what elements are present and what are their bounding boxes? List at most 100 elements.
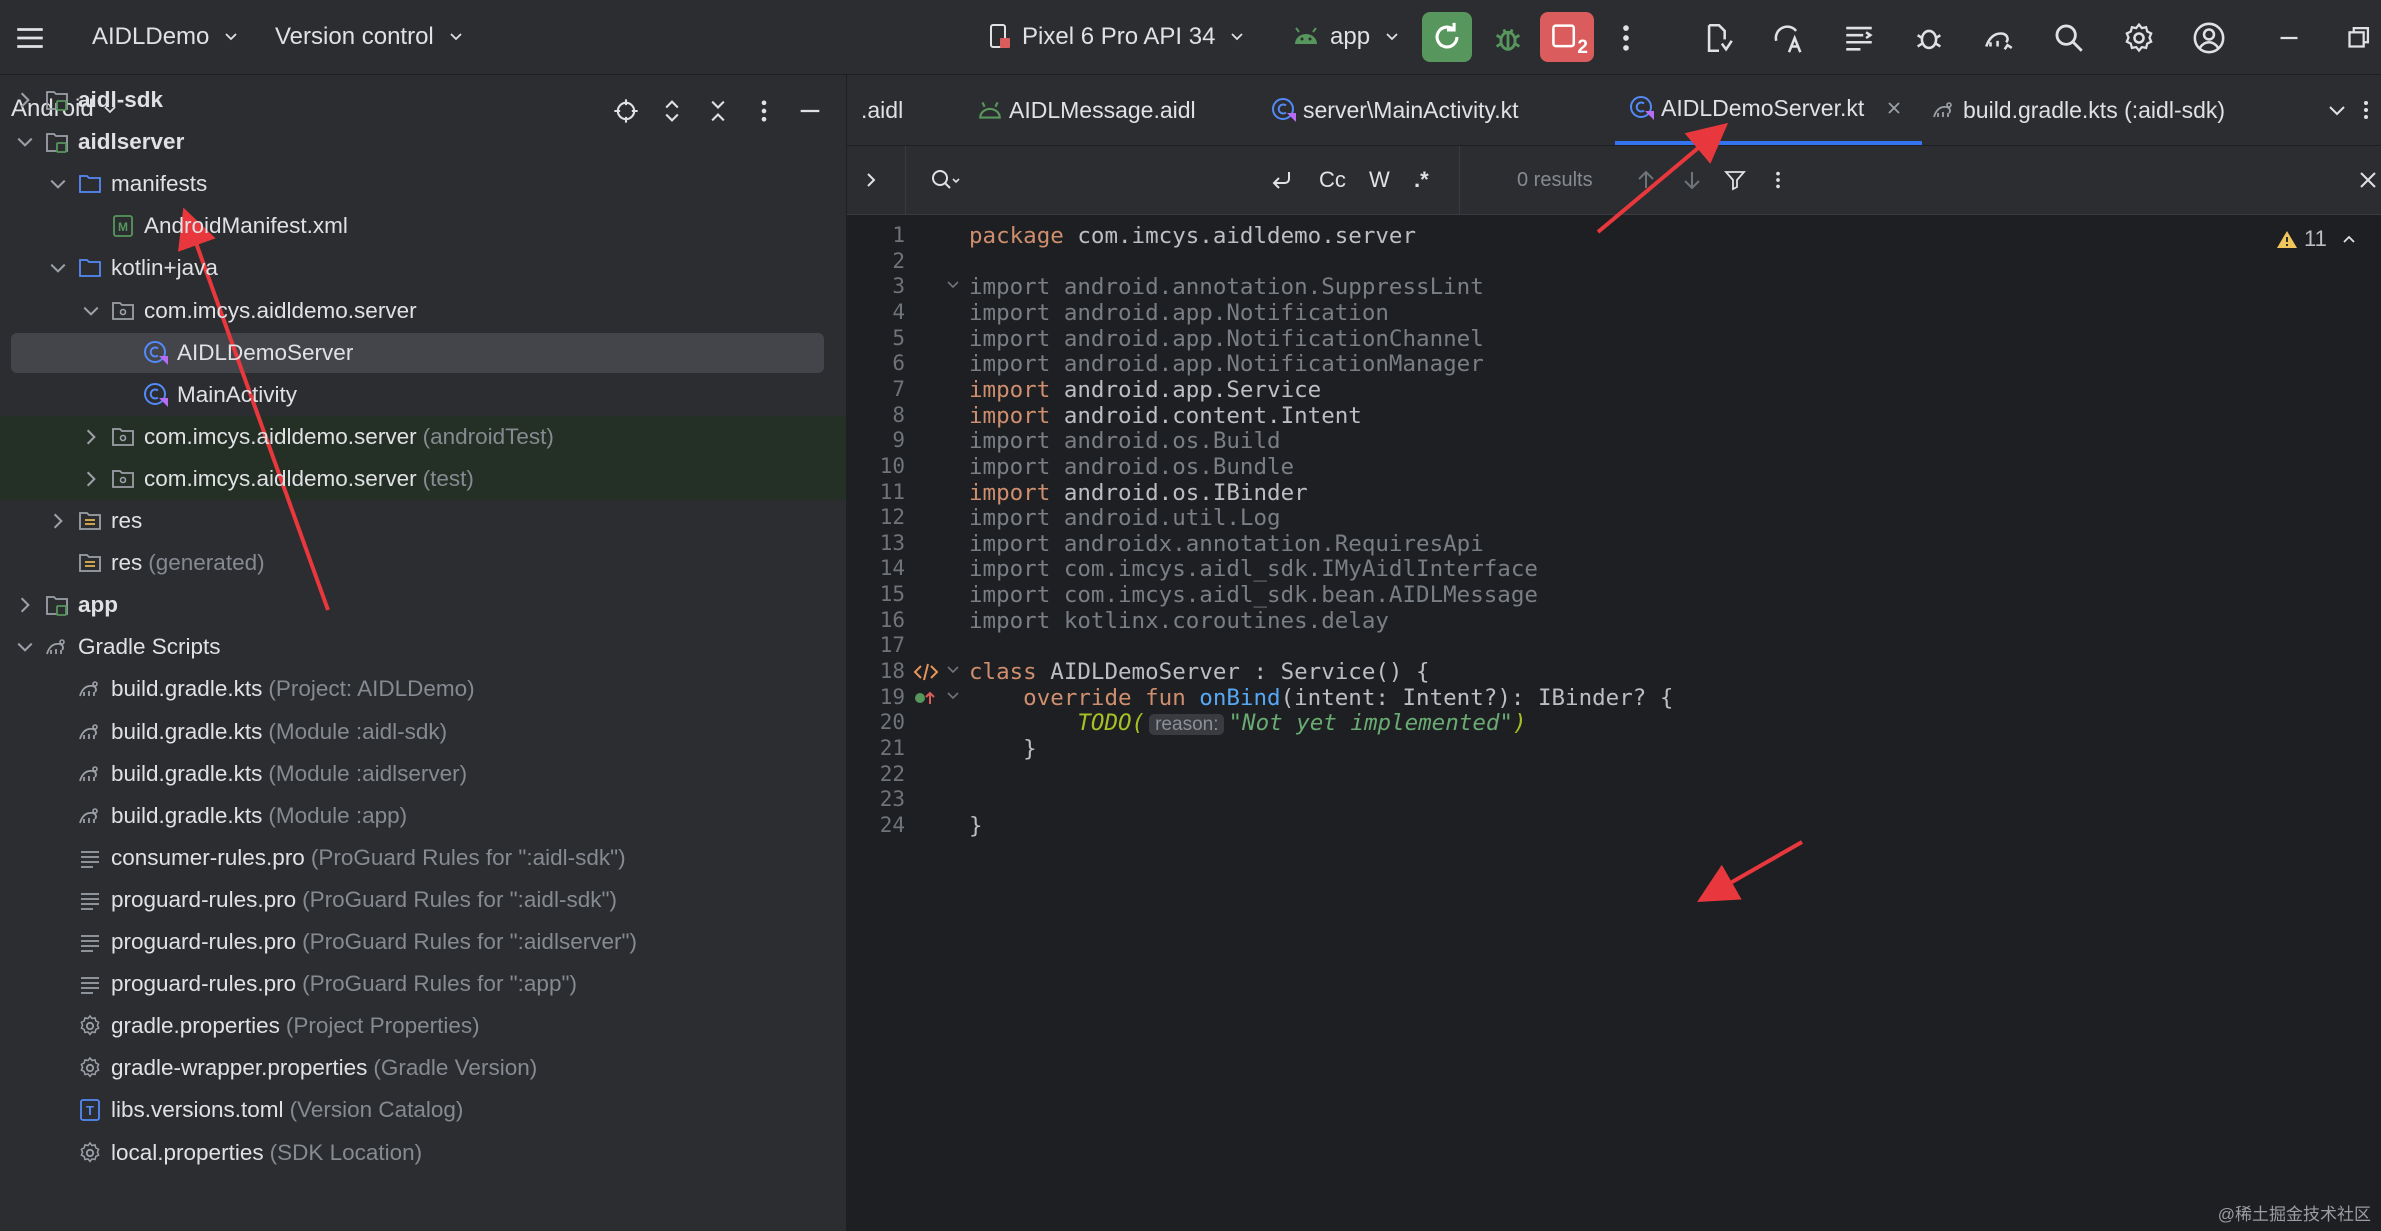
close-find-icon[interactable] — [2357, 146, 2379, 214]
find-input[interactable] — [977, 160, 1311, 202]
newline-toggle-icon[interactable] — [1269, 146, 1295, 214]
previous-occurrence-icon[interactable] — [1635, 146, 1657, 214]
tree-item[interactable]: build.gradle.kts (Module :aidl-sdk) — [0, 711, 846, 753]
search-icon[interactable] — [2045, 14, 2093, 62]
fold-chevron-icon[interactable] — [945, 277, 961, 298]
tree-item[interactable]: gradle-wrapper.properties (Gradle Version… — [0, 1047, 846, 1089]
regex-toggle[interactable]: .* — [1414, 146, 1429, 214]
chevron-down-icon[interactable] — [14, 636, 36, 658]
close-tab-icon[interactable] — [1886, 100, 1902, 116]
tree-item[interactable]: AIDLDemoServer — [0, 332, 846, 374]
more-actions-icon[interactable] — [1602, 14, 1650, 62]
stop-button[interactable]: 2 — [1540, 12, 1594, 62]
chevron-down-icon[interactable] — [14, 131, 36, 153]
tree-item[interactable]: proguard-rules.pro (ProGuard Rules for ":… — [0, 963, 846, 1005]
maximize-window-icon[interactable] — [2338, 14, 2378, 62]
logcat-icon[interactable] — [1835, 14, 1883, 62]
editor-tab[interactable]: .aidl — [861, 75, 903, 145]
rerun-button[interactable] — [1422, 12, 1472, 62]
tree-item[interactable]: res — [0, 500, 846, 542]
bug-icon — [1495, 28, 1521, 51]
tree-item[interactable]: gradle.properties (Project Properties) — [0, 1005, 846, 1047]
editor-tab[interactable]: AIDLMessage.aidl — [977, 75, 1196, 145]
account-avatar-icon[interactable] — [2185, 14, 2233, 62]
fold-chevron-icon[interactable] — [945, 688, 961, 709]
tree-item[interactable]: manifests — [0, 163, 846, 205]
chevron-right-icon[interactable] — [47, 510, 69, 532]
tree-item[interactable]: proguard-rules.pro (ProGuard Rules for ":… — [0, 921, 846, 963]
chevron-right-icon[interactable] — [80, 426, 102, 448]
line-number: 17 — [879, 633, 905, 658]
tree-item[interactable]: com.imcys.aidldemo.server (androidTest) — [0, 415, 846, 458]
run-config-selector[interactable]: app — [1292, 0, 1400, 74]
tree-item-hint: (Module :aidlserver) — [268, 760, 468, 786]
tree-item[interactable]: Gradle Scripts — [0, 626, 846, 668]
tree-item[interactable]: aidl-sdk — [0, 79, 846, 121]
tree-item[interactable]: build.gradle.kts (Project: AIDLDemo) — [0, 668, 846, 710]
toml-icon: T — [77, 1097, 103, 1123]
settings-gear-icon[interactable] — [2115, 14, 2163, 62]
chevron-down-icon[interactable] — [47, 257, 69, 279]
fold-chevron-icon[interactable] — [945, 662, 961, 683]
whole-word-toggle[interactable]: W — [1369, 146, 1390, 214]
sync-project-icon[interactable] — [1695, 14, 1743, 62]
minimize-window-icon[interactable] — [2265, 14, 2313, 62]
editor-tab[interactable]: build.gradle.kts (:aidl-sdk) — [1931, 75, 2225, 145]
tab-options-icon[interactable] — [2351, 86, 2381, 134]
project-selector[interactable]: AIDLDemo — [92, 0, 239, 74]
code-line: TODO(reason: "Not yet implemented") — [969, 704, 1526, 742]
tree-item[interactable]: proguard-rules.pro (ProGuard Rules for ":… — [0, 879, 846, 921]
device-selector[interactable]: Pixel 6 Pro API 34 — [988, 0, 1245, 74]
filter-icon[interactable] — [1723, 146, 1747, 214]
tree-item[interactable]: build.gradle.kts (Module :app) — [0, 795, 846, 837]
tree-item[interactable]: com.imcys.aidldemo.server — [0, 290, 846, 332]
tree-item-label: Gradle Scripts — [78, 634, 221, 660]
tree-item[interactable]: kotlin+java — [0, 247, 846, 289]
tree-item[interactable]: res (generated) — [0, 542, 846, 584]
tree-item[interactable]: build.gradle.kts (Module :aidlserver) — [0, 753, 846, 795]
folder-icon — [77, 171, 103, 197]
editor-tab[interactable]: server\MainActivity.kt — [1271, 75, 1519, 145]
expand-replace-chevron-icon[interactable] — [861, 146, 881, 214]
tree-item[interactable]: Tlibs.versions.toml (Version Catalog) — [0, 1089, 846, 1131]
attach-debugger-icon[interactable] — [1905, 14, 1953, 62]
tree-item[interactable]: M AndroidManifest.xml — [0, 205, 846, 247]
chevron-down-icon[interactable] — [80, 300, 102, 322]
gradle-icon — [77, 761, 103, 787]
tree-item[interactable]: local.properties (SDK Location) — [0, 1132, 846, 1174]
line-number: 5 — [892, 325, 905, 350]
tree-item[interactable]: aidlserver — [0, 121, 846, 163]
override-method-icon[interactable] — [913, 688, 939, 713]
translate-icon[interactable] — [1765, 14, 1813, 62]
module-icon — [44, 592, 70, 618]
tree-item-label: com.imcys.aidldemo.server — [144, 465, 417, 491]
tree-item[interactable]: app — [0, 584, 846, 626]
chevron-right-icon[interactable] — [80, 468, 102, 490]
main-menu-icon[interactable] — [6, 14, 54, 62]
search-history-icon[interactable] — [929, 146, 963, 214]
code-editor[interactable]: package com.imcys.aidldemo.server import … — [967, 215, 2381, 1231]
line-number: 18 — [879, 659, 905, 684]
module-icon — [44, 129, 70, 155]
chevron-right-icon[interactable] — [14, 89, 36, 111]
chevron-down-icon[interactable] — [47, 173, 69, 195]
tree-item[interactable]: MainActivity — [0, 374, 846, 416]
chevron-up-icon[interactable] — [2341, 231, 2357, 247]
editor-tab-active[interactable]: AIDLDemoServer.kt — [1615, 75, 1923, 145]
chevron-right-icon[interactable] — [14, 594, 36, 616]
find-options-icon[interactable] — [1767, 146, 1789, 214]
next-occurrence-icon[interactable] — [1681, 146, 1703, 214]
line-number: 12 — [879, 505, 905, 530]
tree-item[interactable]: com.imcys.aidldemo.server (test) — [0, 457, 846, 500]
match-case-toggle[interactable]: Cc — [1319, 146, 1346, 214]
version-control-menu[interactable]: Version control — [275, 0, 464, 74]
implementation-icon[interactable] — [913, 662, 939, 687]
gradle-sync-icon[interactable] — [1975, 14, 2023, 62]
debug-button[interactable] — [1484, 14, 1532, 62]
inspection-widget[interactable]: 11 — [2276, 226, 2357, 252]
tree-item[interactable]: consumer-rules.pro (ProGuard Rules for ":… — [0, 837, 846, 879]
parameter-hint: reason: — [1149, 714, 1225, 736]
